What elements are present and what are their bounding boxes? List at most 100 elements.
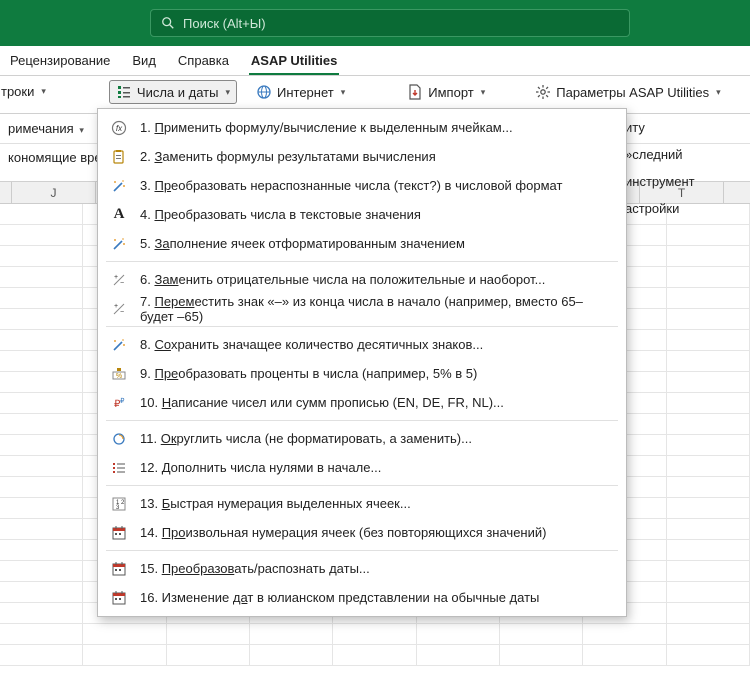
- cell[interactable]: [0, 267, 83, 287]
- cell[interactable]: [167, 645, 250, 665]
- cell[interactable]: [0, 456, 83, 476]
- tab-asap-utilities[interactable]: ASAP Utilities: [249, 47, 339, 75]
- menu-item-label: 2. Заменить формулы результатами вычисле…: [140, 149, 614, 164]
- cell[interactable]: [0, 561, 83, 581]
- menu-item[interactable]: A4. Преобразовать числа в текстовые знач…: [98, 200, 626, 229]
- menu-item[interactable]: 14. Произвольная нумерация ячеек (без по…: [98, 518, 626, 547]
- cell[interactable]: [0, 204, 83, 224]
- ribbon-cut-left[interactable]: троки▾: [0, 80, 53, 103]
- cell[interactable]: [667, 645, 750, 665]
- cell[interactable]: [667, 246, 750, 266]
- menu-item[interactable]: ₽₽10. Написание чисел или сумм прописью …: [98, 388, 626, 417]
- cell[interactable]: [667, 456, 750, 476]
- cell[interactable]: [667, 561, 750, 581]
- cell[interactable]: [0, 246, 83, 266]
- cell[interactable]: [667, 435, 750, 455]
- cell[interactable]: [0, 330, 83, 350]
- title-bar: Поиск (Alt+Ы): [0, 0, 750, 46]
- cell[interactable]: [667, 477, 750, 497]
- cell[interactable]: [0, 498, 83, 518]
- cell[interactable]: [667, 330, 750, 350]
- search-input[interactable]: Поиск (Alt+Ы): [150, 9, 630, 37]
- cell[interactable]: [0, 393, 83, 413]
- table-row: [0, 624, 750, 645]
- ribbon-tabs: Рецензирование Вид Справка ASAP Utilitie…: [0, 46, 750, 76]
- cell[interactable]: [667, 393, 750, 413]
- cell[interactable]: [333, 624, 416, 644]
- menu-item[interactable]: +−6. Заменить отрицательные числа на пол…: [98, 265, 626, 294]
- cell[interactable]: [250, 645, 333, 665]
- params-button[interactable]: Параметры ASAP Utilities▾: [528, 80, 727, 104]
- menu-item[interactable]: 3. Преобразовать нераспознанные числа (т…: [98, 171, 626, 200]
- menu-item[interactable]: 8. Сохранить значащее количество десятич…: [98, 330, 626, 359]
- cell[interactable]: [0, 351, 83, 371]
- cell[interactable]: [667, 225, 750, 245]
- cal-icon: [110, 589, 128, 607]
- menu-item[interactable]: 12. Дополнить числа нулями в начале...: [98, 453, 626, 482]
- menu-item[interactable]: 2. Заменить формулы результатами вычисле…: [98, 142, 626, 171]
- paste-icon: [110, 148, 128, 166]
- menu-item[interactable]: 11. Округлить числа (не форматировать, а…: [98, 424, 626, 453]
- cell[interactable]: [667, 519, 750, 539]
- cell[interactable]: [250, 624, 333, 644]
- cell[interactable]: [0, 645, 83, 665]
- label-2[interactable]: »следний инструмент: [625, 141, 750, 195]
- cell[interactable]: [0, 435, 83, 455]
- notes-button[interactable]: римечания ▾: [0, 118, 92, 139]
- cell[interactable]: [667, 288, 750, 308]
- cell[interactable]: [0, 288, 83, 308]
- internet-button[interactable]: Интернет▾: [249, 80, 352, 104]
- cell[interactable]: [0, 624, 83, 644]
- wand-icon: [110, 235, 128, 253]
- cell[interactable]: [83, 645, 166, 665]
- tab-review[interactable]: Рецензирование: [8, 47, 112, 75]
- cell[interactable]: [667, 498, 750, 518]
- cell[interactable]: [417, 624, 500, 644]
- menu-item[interactable]: 5. Заполнение ячеек отформатированным зн…: [98, 229, 626, 258]
- cell[interactable]: [667, 372, 750, 392]
- cell[interactable]: [500, 624, 583, 644]
- svg-text:fx: fx: [116, 124, 123, 133]
- cell[interactable]: [667, 603, 750, 623]
- cell[interactable]: [0, 540, 83, 560]
- cell[interactable]: [0, 519, 83, 539]
- col-header[interactable]: J: [12, 182, 96, 203]
- cell[interactable]: [0, 225, 83, 245]
- cell[interactable]: [583, 645, 666, 665]
- cell[interactable]: [667, 351, 750, 371]
- cell[interactable]: [667, 267, 750, 287]
- menu-item[interactable]: 16. Изменение дат в юлианском представле…: [98, 583, 626, 612]
- svg-text:2: 2: [121, 500, 125, 506]
- import-button[interactable]: Импорт▾: [400, 80, 492, 104]
- cell[interactable]: [0, 309, 83, 329]
- label-3[interactable]: астройки: [625, 195, 750, 222]
- menu-item[interactable]: %9. Преобразовать проценты в числа (напр…: [98, 359, 626, 388]
- cell[interactable]: [667, 414, 750, 434]
- fx-icon: fx: [110, 119, 128, 137]
- menu-item[interactable]: +−7. Переместить знак «–» из конца числа…: [98, 294, 626, 323]
- cell[interactable]: [583, 624, 666, 644]
- cell[interactable]: [667, 309, 750, 329]
- cell[interactable]: [83, 624, 166, 644]
- cell[interactable]: [333, 645, 416, 665]
- cell[interactable]: [667, 582, 750, 602]
- menu-item[interactable]: 15. Преобразовать/распознать даты...: [98, 554, 626, 583]
- menu-item[interactable]: 12313. Быстрая нумерация выделенных ячее…: [98, 489, 626, 518]
- cell[interactable]: [667, 540, 750, 560]
- cell[interactable]: [0, 372, 83, 392]
- numbers-dates-button[interactable]: Числа и даты▾: [109, 80, 237, 104]
- cell[interactable]: [0, 603, 83, 623]
- pm-icon: +−: [110, 300, 128, 318]
- cell[interactable]: [0, 477, 83, 497]
- menu-item[interactable]: fx1. Применить формулу/вычисление к выде…: [98, 113, 626, 142]
- menu-item-label: 12. Дополнить числа нулями в начале...: [140, 460, 614, 475]
- cell[interactable]: [0, 414, 83, 434]
- tab-view[interactable]: Вид: [130, 47, 158, 75]
- label-1[interactable]: иту: [625, 114, 750, 141]
- cell[interactable]: [167, 624, 250, 644]
- tab-help[interactable]: Справка: [176, 47, 231, 75]
- cell[interactable]: [500, 645, 583, 665]
- cell[interactable]: [417, 645, 500, 665]
- cell[interactable]: [667, 624, 750, 644]
- cell[interactable]: [0, 582, 83, 602]
